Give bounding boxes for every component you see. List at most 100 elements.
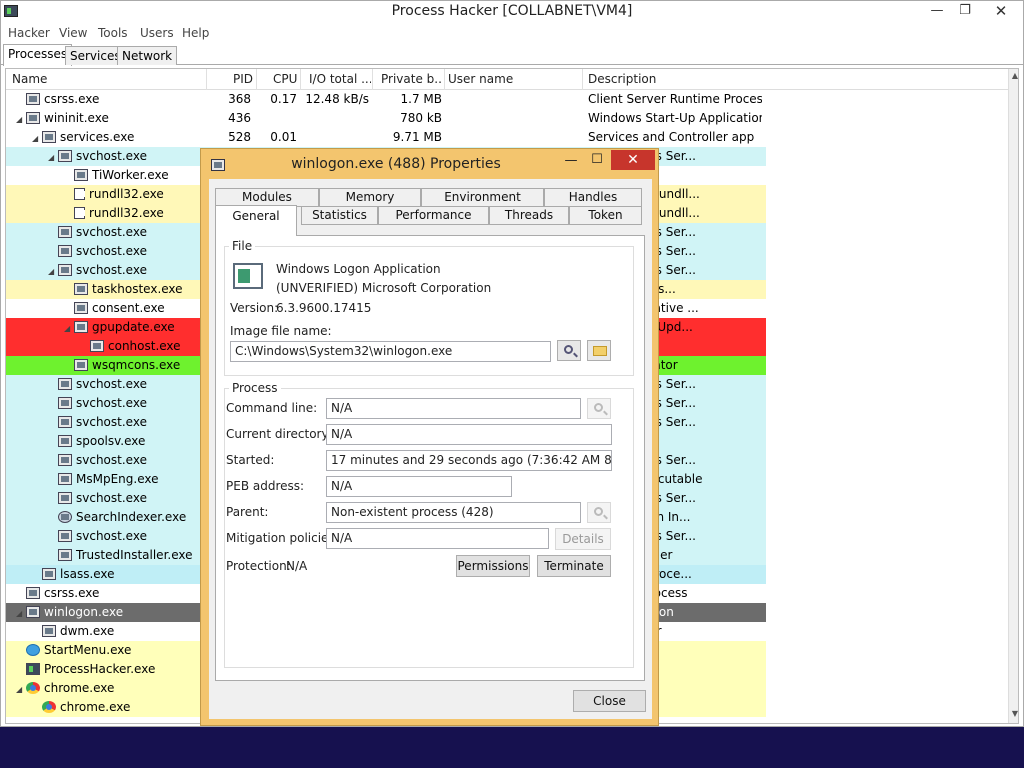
pid-cell: 436 <box>228 111 251 125</box>
chrome-process-icon <box>26 682 40 694</box>
process-name-cell: svchost.exe <box>6 225 206 239</box>
column-separator[interactable] <box>444 69 445 90</box>
tab-threads[interactable]: Threads <box>489 206 569 225</box>
properties-dialog: winlogon.exe (488) Properties — ☐ ✕ Modu… <box>200 148 659 726</box>
tree-header: Name PID CPU I/O total ... Private b... … <box>6 69 1018 90</box>
details-button[interactable]: Details <box>555 528 611 550</box>
app-process-icon <box>58 454 72 466</box>
process-name-label: consent.exe <box>92 301 165 315</box>
tab-statistics[interactable]: Statistics <box>301 206 378 225</box>
column-header-pid[interactable]: PID <box>233 72 253 86</box>
menu-help[interactable]: Help <box>182 26 209 40</box>
process-name-label: wsqmcons.exe <box>92 358 181 372</box>
process-name-cell: ProcessHacker.exe <box>6 662 206 676</box>
command-line-field[interactable]: N/A <box>326 398 581 419</box>
tab-network[interactable]: Network <box>117 46 178 65</box>
column-separator[interactable] <box>206 69 207 90</box>
process-name-label: winlogon.exe <box>44 605 124 619</box>
tab-handles[interactable]: Handles <box>544 188 642 207</box>
process-name-cell: StartMenu.exe <box>6 643 206 657</box>
column-separator[interactable] <box>300 69 301 90</box>
minimize-button[interactable]: — <box>923 1 951 23</box>
peb-address-field[interactable]: N/A <box>326 476 512 497</box>
menu-bar: Hacker View Tools Users Help <box>1 23 1023 43</box>
process-name-label: svchost.exe <box>76 225 147 239</box>
scroll-up-arrow-icon[interactable]: ▲ <box>1009 69 1018 83</box>
tab-environment[interactable]: Environment <box>421 188 544 207</box>
dialog-maximize-button[interactable]: ☐ <box>587 152 607 170</box>
dialog-close-button[interactable]: ✕ <box>611 150 655 170</box>
expand-collapse-icon[interactable]: ◢ <box>48 153 58 162</box>
menu-users[interactable]: Users <box>140 26 174 40</box>
scroll-down-arrow-icon[interactable]: ▼ <box>1009 707 1018 721</box>
inspect-parent-button[interactable] <box>587 502 611 523</box>
column-header-private-bytes[interactable]: Private b... <box>381 72 443 86</box>
vertical-scrollbar[interactable]: ▲ ▼ <box>1008 69 1018 723</box>
process-name-label: gpupdate.exe <box>92 320 175 334</box>
permissions-button[interactable]: Permissions <box>456 555 530 577</box>
expand-collapse-icon[interactable]: ◢ <box>48 267 58 276</box>
chrome-process-icon <box>42 701 56 713</box>
process-name-cell: svchost.exe <box>6 491 206 505</box>
app-process-icon <box>58 549 72 561</box>
expand-collapse-icon[interactable]: ◢ <box>16 685 26 694</box>
menu-tools[interactable]: Tools <box>98 26 128 40</box>
tab-processes[interactable]: Processes <box>3 44 73 66</box>
title-bar[interactable]: Process Hacker [COLLABNET\VM4] — ❐ ✕ <box>1 1 1023 23</box>
column-header-io-total[interactable]: I/O total ... <box>309 72 371 86</box>
file-group-title: File <box>229 239 256 253</box>
mitigation-policies-label: Mitigation policies: <box>226 531 339 545</box>
app-process-icon <box>58 397 72 409</box>
process-row[interactable]: ◢ wininit.exe 436 780 kB Windows Start-Up Ap… <box>6 109 1018 128</box>
folder-icon <box>593 346 607 356</box>
dialog-minimize-button[interactable]: — <box>561 153 581 171</box>
process-name-cell: ◢ svchost.exe <box>6 149 206 163</box>
app-process-icon <box>58 473 72 485</box>
tab-performance[interactable]: Performance <box>378 206 489 225</box>
mitigation-policies-field[interactable]: N/A <box>326 528 549 549</box>
close-button[interactable]: ✕ <box>979 1 1023 23</box>
open-file-location-button[interactable] <box>587 340 611 361</box>
tab-token[interactable]: Token <box>569 206 642 225</box>
tab-memory[interactable]: Memory <box>319 188 421 207</box>
private-bytes-cell: 9.71 MB <box>392 130 442 144</box>
terminate-button[interactable]: Terminate <box>537 555 611 577</box>
menu-view[interactable]: View <box>59 26 87 40</box>
expand-collapse-icon[interactable]: ◢ <box>64 324 74 333</box>
column-header-name[interactable]: Name <box>12 72 202 86</box>
close-dialog-button[interactable]: Close <box>573 690 646 712</box>
app-process-icon <box>58 492 72 504</box>
column-separator[interactable] <box>372 69 373 90</box>
image-file-path-field[interactable]: C:\Windows\System32\winlogon.exe <box>230 341 551 362</box>
general-tab-panel: File Windows Logon Application (UNVERIFI… <box>215 235 645 681</box>
current-directory-label: Current directory: <box>226 427 332 441</box>
column-separator[interactable] <box>256 69 257 90</box>
expand-collapse-icon[interactable]: ◢ <box>32 134 42 143</box>
column-header-description[interactable]: Description <box>588 72 656 86</box>
protection-value: N/A <box>286 559 308 573</box>
parent-field[interactable]: Non-existent process (428) <box>326 502 581 523</box>
maximize-button[interactable]: ❐ <box>951 1 979 23</box>
current-directory-field[interactable]: N/A <box>326 424 612 445</box>
inspect-command-line-button[interactable] <box>587 398 611 419</box>
process-name-label: services.exe <box>60 130 135 144</box>
column-header-user-name[interactable]: User name <box>448 72 513 86</box>
process-name-label: svchost.exe <box>76 415 147 429</box>
process-name-label: lsass.exe <box>60 567 115 581</box>
column-header-cpu[interactable]: CPU <box>273 72 297 86</box>
expand-collapse-icon[interactable]: ◢ <box>16 115 26 124</box>
started-field[interactable]: 17 minutes and 29 seconds ago (7:36:42 A… <box>326 450 612 471</box>
menu-hacker[interactable]: Hacker <box>8 26 50 40</box>
inspect-image-button[interactable] <box>557 340 581 361</box>
app-process-icon <box>58 435 72 447</box>
process-row[interactable]: csrss.exe 368 0.17 12.48 kB/s 1.7 MB Client S… <box>6 90 1018 109</box>
tab-general[interactable]: General <box>215 205 297 236</box>
process-row[interactable]: ◢ services.exe 528 0.01 9.71 MB Services and … <box>6 128 1018 147</box>
process-name-label: dwm.exe <box>60 624 115 638</box>
expand-collapse-icon[interactable]: ◢ <box>16 609 26 618</box>
started-label: Started: <box>226 453 275 467</box>
column-separator[interactable] <box>582 69 583 90</box>
app-process-icon <box>58 378 72 390</box>
private-bytes-cell: 1.7 MB <box>400 92 442 106</box>
app-process-icon <box>74 169 88 181</box>
